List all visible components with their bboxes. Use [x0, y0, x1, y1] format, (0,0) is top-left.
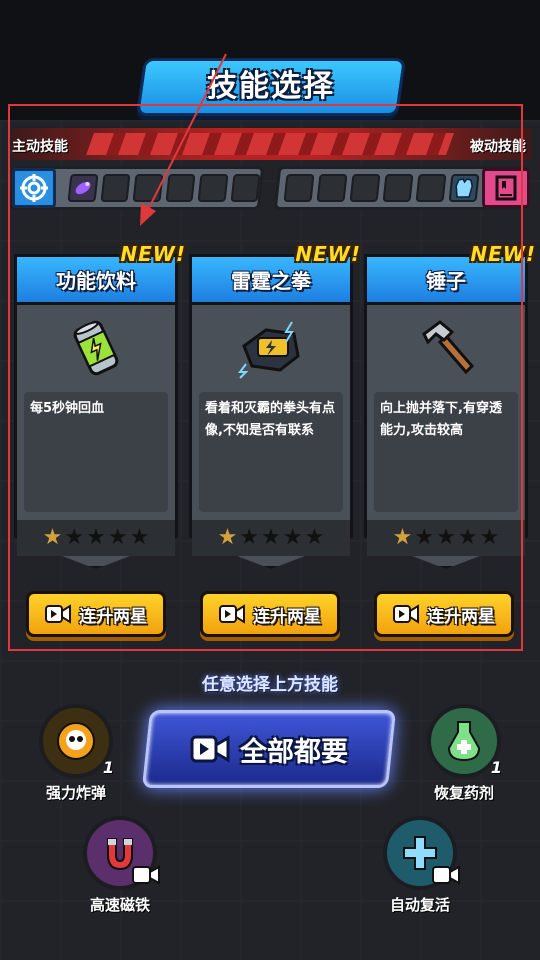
skill-slot-magnet[interactable]: 高速磁铁 — [80, 816, 160, 915]
annotation-highlight-box — [8, 104, 523, 651]
skill-level: 1 — [490, 758, 502, 777]
video-ad-icon — [190, 735, 230, 763]
skill-slot-potion[interactable]: 1 恢复药剂 — [424, 704, 504, 803]
video-ad-icon — [432, 865, 460, 885]
skill-level: 1 — [102, 758, 114, 777]
skill-name: 自动复活 — [389, 896, 450, 914]
skill-name: 恢复药剂 — [433, 784, 494, 802]
take-all-button[interactable]: 全部都要 — [146, 710, 392, 788]
skill-name: 高速磁铁 — [89, 896, 150, 914]
skill-name: 强力炸弹 — [45, 784, 106, 802]
potion-icon — [447, 721, 481, 762]
skull-bomb-icon — [57, 722, 95, 760]
skill-slot-revive[interactable]: 自动复活 — [380, 816, 460, 915]
selection-hint: 任意选择上方技能 — [202, 675, 338, 695]
skill-slot-bomb[interactable]: 1 强力炸弹 — [36, 704, 116, 803]
video-ad-icon — [132, 865, 160, 885]
take-all-label: 全部都要 — [240, 736, 348, 768]
